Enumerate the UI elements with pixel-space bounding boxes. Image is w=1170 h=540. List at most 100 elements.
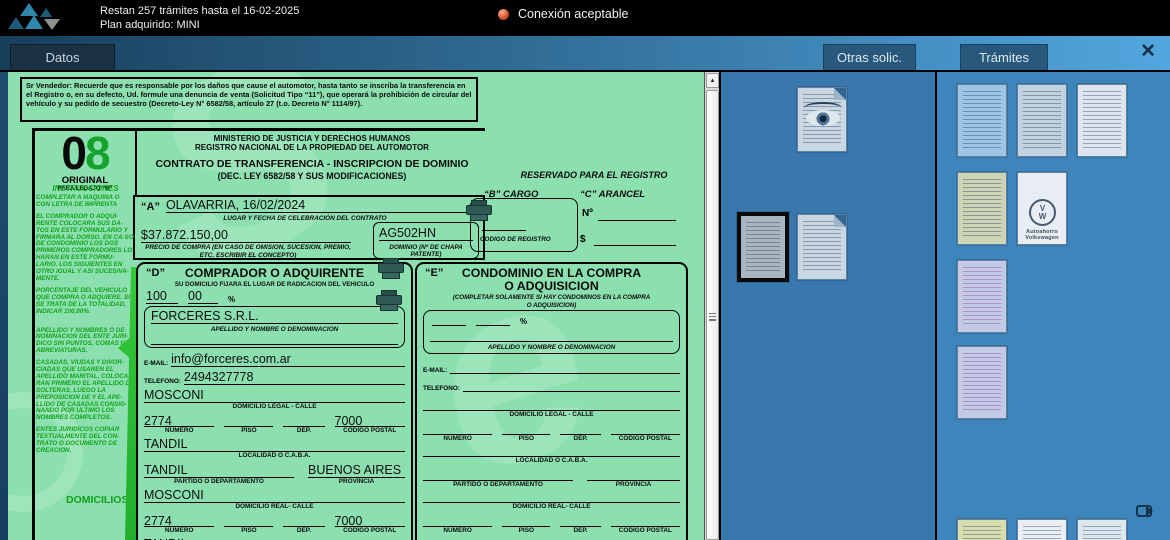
form-08-preview: S e Sr Vendedor: Recuerde que es respons…	[8, 72, 704, 540]
cp-caption: CODIGO POSTAL	[335, 527, 405, 534]
provincia-caption: PROVINCIA	[587, 481, 680, 488]
reserved-title: RESERVADO PARA EL REGISTRO	[496, 170, 692, 180]
domicilios-label: DOMICILIOS	[66, 494, 128, 506]
buyer-percent-int: 100	[146, 289, 178, 304]
thumbnail-form-document[interactable]	[1017, 84, 1067, 157]
close-icon[interactable]: ✕	[1140, 42, 1156, 62]
cp-caption: CODIGO POSTAL	[335, 427, 405, 434]
legal-dep-blank	[283, 414, 324, 427]
ministry-line1: MINISTERIO DE JUSTICIA Y DERECHOS HUMANO…	[140, 134, 484, 143]
price-value: $37.872.150,00	[141, 228, 351, 243]
email-label: E-MAIL:	[423, 367, 447, 374]
main-area: S e Sr Vendedor: Recuerde que es respons…	[0, 70, 1170, 540]
thumbnail-certificate-document[interactable]	[1017, 519, 1067, 540]
dep-caption: DEP.	[283, 527, 324, 534]
form-number-block: 08 ORIGINAL PARA LEGAJO “B”	[36, 132, 134, 192]
form-border	[32, 128, 35, 540]
buyer-percent-dec: 00	[188, 289, 218, 304]
tab-otras-solicitudes[interactable]: Otras solic.	[823, 44, 916, 70]
remaining-procedures-text: Restan 257 trámites hasta el 16-02-2025	[100, 4, 299, 18]
tab-bar: Datos Otras solic. Trámites ✕	[0, 36, 1170, 70]
real-street-caption: DOMICILIO REAL- CALLE	[144, 503, 405, 510]
thumbnail-selected-page[interactable]	[737, 212, 789, 282]
thumbnail-volkswagen-document[interactable]: VW Autoahorro Volkswagen	[1017, 172, 1067, 245]
document-thumbnails-panel: VW Autoahorro Volkswagen	[935, 72, 1170, 540]
scrollbar-thumb[interactable]	[706, 90, 719, 540]
email-label: E-MAIL:	[144, 360, 168, 367]
name-caption: APELLIDO Y NOMBRE O DENOMINACION	[430, 344, 673, 351]
registry-code-label: CODIGO DE REGISTRO	[480, 236, 551, 243]
instructions-paragraph: EL COMPRADOR O ADQUI-RENTE COLOCARA SUS …	[36, 214, 135, 283]
condo-provincia-blank	[587, 468, 680, 481]
thumbnail-form-document[interactable]	[957, 346, 1007, 419]
thumbnail-page[interactable]	[797, 214, 847, 280]
connection-status-label: Conexión aceptable	[518, 7, 629, 21]
thumbnail-form-document[interactable]	[957, 84, 1007, 157]
thumbnail-eye-document[interactable]	[797, 87, 847, 152]
thumbnail-text-lines	[1023, 526, 1061, 540]
green-accent-triangle	[118, 334, 134, 362]
printer-icon[interactable]	[378, 258, 404, 280]
place-date-caption: LUGAR Y FECHA DE CELEBRACIÓN DEL CONTRAT…	[155, 215, 455, 222]
piso-caption: PISO	[502, 527, 550, 534]
printer-icon[interactable]	[466, 200, 492, 222]
real-number-value: 2774	[144, 514, 214, 527]
percent-sign: %	[228, 295, 235, 304]
condo-phone-blank	[463, 380, 680, 392]
real-cp-value: 7000	[335, 514, 405, 527]
form-scrollbar[interactable]: ▲	[704, 72, 719, 540]
section-a-label: “A”	[141, 201, 160, 213]
thumbnail-text-lines	[803, 221, 841, 273]
thumbnail-certificate-document[interactable]	[1077, 519, 1127, 540]
vw-brand-line: Volkswagen	[1018, 235, 1066, 241]
legal-street-caption: DOMICILIO LEGAL - CALLE	[423, 411, 680, 418]
piso-caption: PISO	[224, 427, 273, 434]
name-extra-line	[151, 333, 398, 345]
partido-caption: PARTIDO O DEPARTAMENTO	[423, 481, 573, 488]
thumbnail-text-lines	[963, 526, 1001, 540]
condo-city-blank	[423, 445, 680, 457]
thumbnail-text-lines	[963, 91, 1001, 150]
thumbnail-form-document[interactable]	[957, 260, 1007, 333]
condo-legal-street-blank	[423, 399, 680, 411]
thumbnail-form-document[interactable]	[1077, 84, 1127, 157]
condo-real-street-blank	[423, 491, 680, 503]
thumbnail-form-document[interactable]	[957, 172, 1007, 245]
piso-caption: PISO	[502, 435, 550, 442]
condo-cp-blank	[611, 422, 680, 435]
thumbnail-form-document[interactable]	[957, 519, 1007, 540]
buyer-subtitle: SU DOMICILIO FIJARA EL LUGAR DE RADICACI…	[144, 281, 405, 288]
thumbnail-text-lines	[1083, 526, 1121, 540]
provincia-caption: PROVINCIA	[308, 478, 405, 485]
partido-value: TANDIL	[144, 463, 294, 478]
thumbnail-text-lines	[963, 353, 1001, 412]
printer-icon[interactable]	[376, 290, 402, 312]
ministry-line2: REGISTRO NACIONAL DE LA PROPIEDAD DEL AU…	[140, 143, 484, 152]
localidad-caption: LOCALIDAD O C.A.B.A.	[144, 452, 405, 459]
scrollbar-up-arrow[interactable]: ▲	[706, 73, 719, 88]
vw-letter: W	[1039, 213, 1047, 221]
instructions-paragraph: CASADAS, VIUDAS Y DIVOR-CIADAS QUE USARE…	[36, 360, 135, 422]
condo-piso-blank	[502, 514, 550, 527]
legal-street-caption: DOMICILIO LEGAL - CALLE	[144, 403, 405, 410]
real-piso-blank	[224, 514, 273, 527]
tab-datos[interactable]: Datos	[10, 44, 115, 70]
tab-tramites[interactable]: Trámites	[960, 44, 1048, 70]
dep-caption: DEP.	[283, 427, 324, 434]
condo-title-2: O ADQUISICION	[423, 280, 680, 293]
legal-cp-value: 7000	[335, 414, 405, 427]
logo-triangle	[44, 19, 60, 30]
form-number-0: 0	[61, 127, 85, 179]
section-d-buyer: “D” COMPRADOR O ADQUIRENTE SU DOMICILIO …	[136, 262, 413, 540]
section-e-label: “E”	[425, 267, 443, 279]
buyer-phone-value: 2494327778	[184, 370, 405, 385]
arancel-number-line	[598, 220, 676, 221]
condo-name-box: % APELLIDO Y NOMBRE O DENOMINACION	[423, 310, 680, 354]
dep-caption: DEP.	[560, 527, 600, 534]
camera-icon[interactable]	[1136, 505, 1152, 517]
seller-warning: Sr Vendedor: Recuerde que es responsable…	[20, 77, 478, 122]
arancel-label: “C” ARANCEL	[580, 189, 645, 200]
condo-cp-blank	[611, 514, 680, 527]
plan-text: Plan adquirido: MINI	[100, 18, 299, 32]
page-thumbnails-panel	[719, 72, 935, 540]
